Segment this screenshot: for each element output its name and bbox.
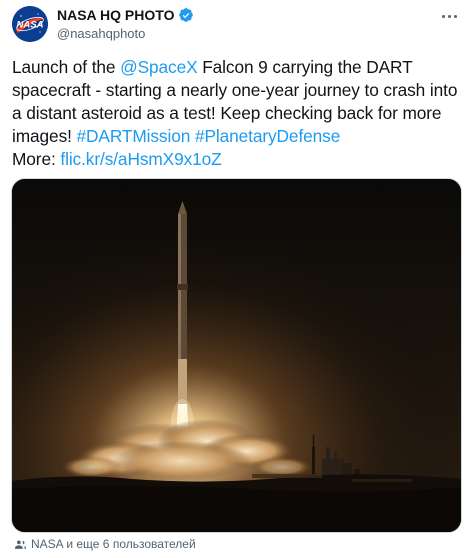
hashtag-link[interactable]: #DARTMission — [77, 126, 191, 146]
mention-link[interactable]: @SpaceX — [120, 57, 197, 77]
external-link[interactable]: flic.kr/s/aHsmX9x1oZ — [60, 149, 221, 169]
more-label: More: — [12, 149, 61, 169]
tweet-text: Launch of the @SpaceX Falcon 9 carrying … — [12, 56, 462, 171]
rocket-launch-photo — [12, 179, 461, 532]
tagged-users-label[interactable]: NASA и еще 6 пользователей — [31, 537, 196, 551]
author-handle[interactable]: @nasahqphoto — [57, 26, 145, 41]
nasa-logo-icon: NASA — [12, 6, 48, 42]
verified-badge-icon — [179, 8, 194, 22]
people-icon — [15, 539, 26, 549]
avatar[interactable]: NASA — [12, 6, 48, 42]
author-display-name[interactable]: NASA HQ PHOTO — [57, 7, 174, 23]
hashtag-link[interactable]: #PlanetaryDefense — [195, 126, 340, 146]
svg-text:NASA: NASA — [17, 20, 44, 31]
more-options-icon[interactable] — [437, 8, 461, 24]
tweet-photo[interactable] — [11, 178, 462, 533]
tweet-text-part: Launch of the — [12, 57, 121, 77]
author-name-row[interactable]: NASA HQ PHOTO — [57, 7, 194, 23]
tagged-users[interactable]: NASA и еще 6 пользователей — [14, 537, 196, 551]
